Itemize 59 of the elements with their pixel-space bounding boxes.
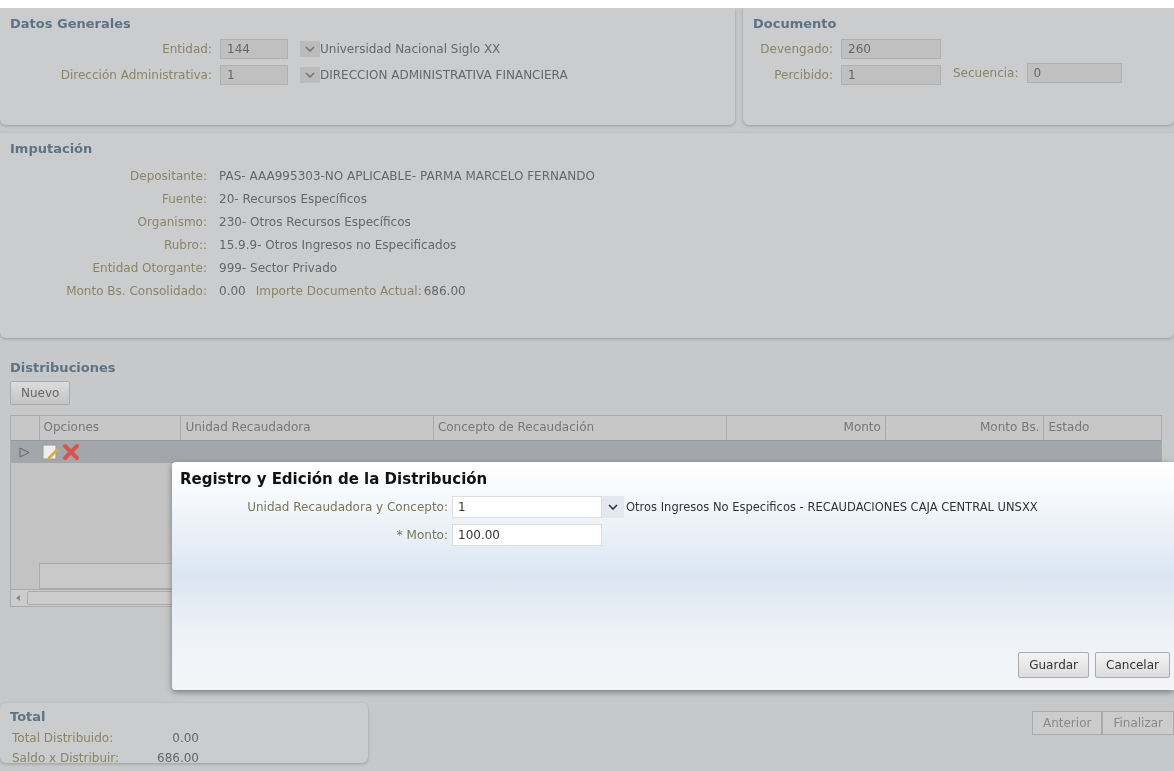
table-row[interactable] [11,441,1161,463]
field-label: Organismo: [136,214,208,229]
column-header[interactable]: Opciones [38,416,181,440]
nav-button[interactable]: Anterior [1031,711,1103,735]
field-label: Monto Bs. Consolidado: [65,283,208,298]
field-label: Secuencia: [953,66,1020,80]
field-value: 0.00 [218,283,246,298]
section-title: Documento [753,16,838,31]
section-title: Total [10,709,47,724]
dialog-button[interactable]: Guardar [1018,652,1090,678]
field-label: * Monto: [395,528,449,542]
dialog-button[interactable]: Cancelar [1095,652,1170,678]
section-title: Datos Generales [10,16,132,31]
field-label: Importe Documento Actual: [254,283,422,298]
expand-icon[interactable] [19,446,30,458]
field-description: Universidad Nacional Siglo XX [320,42,501,56]
field-label: Rubro:: [162,237,208,252]
input-field[interactable]: 1 [220,65,288,85]
field-label: Fuente: [161,191,208,206]
field-description: Otros Ingresos No Especificos - RECAUDACIONES CAJA CENTRAL UNSXX [625,500,1038,514]
field-value: 686.00 [156,751,199,765]
column-header[interactable]: Unidad Recaudadora [180,416,433,440]
field-value: 686.00 [422,283,466,298]
new-button[interactable]: Nuevo [10,381,71,405]
field-label: Entidad Otorgante: [91,260,208,275]
section-title: Imputación [10,141,94,156]
field-label: Entidad: [161,42,213,56]
column-header[interactable]: Monto [726,416,885,440]
field-value: 230- Otros Recursos Específicos [218,214,411,229]
input-field[interactable]: 1 [841,65,941,85]
column-header[interactable]: Estado [1043,416,1161,440]
column-header[interactable]: Concepto de Recaudación [432,416,727,440]
field-label: Unidad Recaudadora y Concepto: [246,500,449,514]
field-label: Total Distribuido: [11,731,115,745]
field-label: Dirección Administrativa: [59,68,213,82]
field-value: PAS- AAA995303-NO APLICABLE- PARMA MARCELO FERNANDO [218,168,595,183]
input-field[interactable]: 1 [452,496,602,518]
field-value: 15.9.9- Otros Ingresos no Especificados [218,237,457,252]
field-label: Percibido: [773,68,834,82]
input-field[interactable]: 144 [220,39,288,59]
dropdown-icon[interactable] [602,496,624,518]
input-field[interactable]: 0 [1026,63,1122,83]
delete-icon[interactable] [62,443,80,461]
dropdown-icon[interactable] [300,67,320,83]
field-value: 999- Sector Privado [218,260,338,275]
field-value: 0.00 [171,731,199,745]
dialog-title: Registro y Edición de la Distribución [179,469,489,490]
field-label: Saldo x Distribuir: [11,751,121,765]
nav-button[interactable]: Finalizar [1102,711,1174,735]
section-title: Distribuciones [10,360,117,375]
dropdown-icon[interactable] [300,41,320,57]
field-value: 20- Recursos Específicos [218,191,367,206]
field-label: Devengado: [759,42,834,56]
edit-icon[interactable] [42,443,60,461]
input-field[interactable]: 100.00 [452,524,602,546]
field-label: Depositante: [129,168,208,183]
input-field[interactable]: 260 [841,39,941,59]
column-header[interactable]: Monto Bs. [884,416,1044,440]
field-description: DIRECCION ADMINISTRATIVA FINANCIERA [320,68,568,82]
